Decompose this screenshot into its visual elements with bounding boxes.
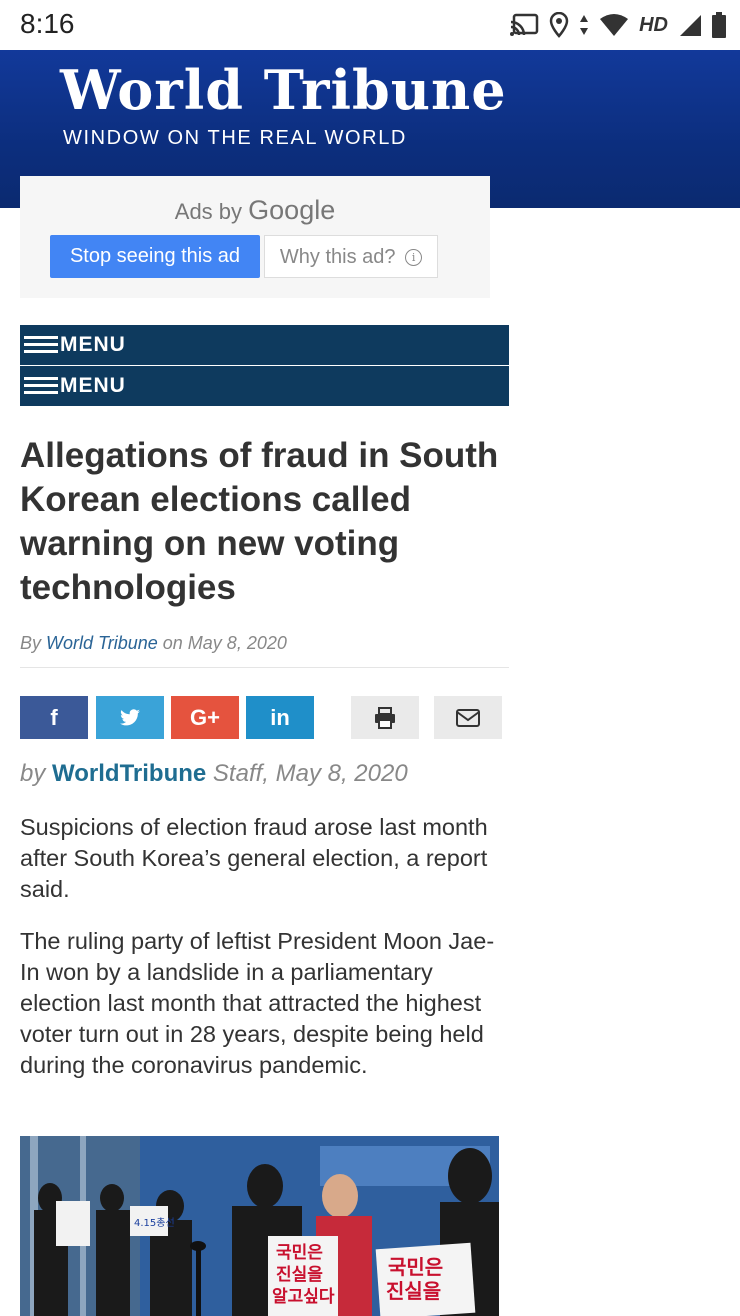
why-this-ad-button[interactable]: Why this ad? i [264,235,438,278]
ads-by-label: Ads by [174,199,243,224]
site-logo[interactable]: World Tribune [60,58,507,122]
article-byline: By World Tribune on May 8, 2020 [20,633,287,654]
facebook-icon: f [50,704,58,730]
hamburger-icon [24,336,58,354]
status-bar: 8:16 HD [0,0,740,50]
why-this-ad-label: Why this ad? [279,246,396,268]
menu-label: MENU [60,333,126,356]
article-photo: 4.15총선 국민은 진실을 알고싶다 국민은 진실을 [20,1136,499,1316]
info-icon: i [405,249,423,267]
battery-icon [712,12,726,38]
menu-bar-1[interactable]: MENU [20,325,509,365]
ad-container: Ads by Google Stop seeing this ad Why th… [20,176,490,298]
google-wordmark: Google [248,195,336,225]
wifi-icon [600,14,629,36]
ads-by-google: Ads by Google [20,195,490,226]
author-suffix: Staff, May 8, 2020 [212,760,408,787]
photo-sign-text: 국민은 [388,1255,443,1279]
site-tagline: WINDOW ON THE REAL WORLD [63,127,407,149]
stop-seeing-ad-button[interactable]: Stop seeing this ad [50,235,260,278]
network-type-label: HD [639,13,668,36]
status-time: 8:16 [20,8,75,39]
print-button[interactable] [351,696,419,739]
hamburger-icon [24,377,58,395]
photo-sign-text: 진실을 [276,1265,323,1285]
article-headline: Allegations of fraud in South Korean ele… [20,436,499,607]
menu-bar-2[interactable]: MENU [20,366,509,406]
byline-divider [20,667,509,668]
photo-sign-text: 4.15총선 [134,1217,175,1229]
signal-icon [680,15,701,36]
author-name-link[interactable]: WorldTribune [52,760,206,787]
cast-icon [510,13,539,36]
share-twitter-button[interactable] [96,696,164,739]
article-paragraph: Suspicions of election fraud arose last … [20,814,488,902]
photo-sign-text: 국민은 [276,1243,323,1263]
photo-sign-text: 진실을 [386,1279,441,1303]
byline-prefix: By [20,633,42,653]
status-icons: HD [509,10,726,40]
email-icon [456,708,480,727]
byline-date: May 8, 2020 [187,633,287,653]
article-paragraph: The ruling party of leftist President Mo… [20,928,495,1078]
share-facebook-button[interactable]: f [20,696,88,739]
byline-author-link[interactable]: World Tribune [46,633,158,653]
print-icon [375,706,395,729]
photo-sign-text: 알고싶다 [272,1287,335,1307]
byline-on: on [162,633,183,653]
linkedin-icon: in [270,704,290,730]
location-icon [549,12,569,38]
author-prefix: by [20,760,46,787]
menu-label: MENU [60,374,126,397]
email-button[interactable] [434,696,502,739]
google-plus-icon: G+ [190,704,220,730]
share-linkedin-button[interactable]: in [246,696,314,739]
author-line: by WorldTribune Staff, May 8, 2020 [20,760,408,788]
twitter-icon [120,708,140,725]
photo-illustration: 4.15총선 국민은 진실을 알고싶다 국민은 진실을 [20,1136,499,1316]
data-arrows-icon [580,15,589,35]
share-google-plus-button[interactable]: G+ [171,696,239,739]
